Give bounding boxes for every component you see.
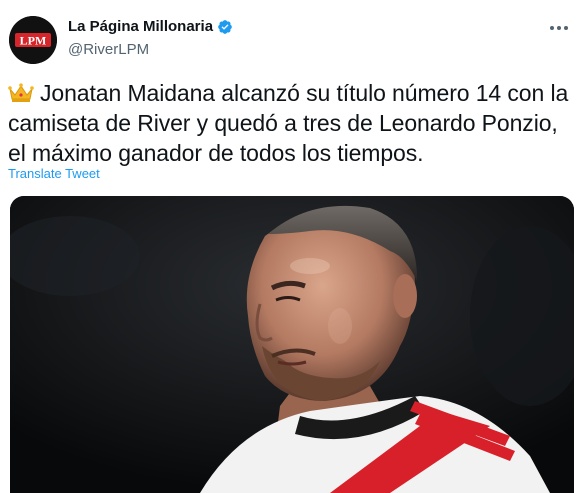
crown-emoji-icon <box>8 80 34 102</box>
avatar[interactable]: LPM <box>9 16 57 64</box>
author-handle[interactable]: @RiverLPM <box>68 41 149 58</box>
tweet-card: LPM La Página Millonaria @RiverLPM Jonat… <box>0 0 583 493</box>
author-display-name[interactable]: La Página Millonaria <box>68 18 213 35</box>
tweet-photo[interactable] <box>10 196 574 493</box>
tweet-body-text: Jonatan Maidana alcanzó su título número… <box>8 80 569 166</box>
tweet-text: Jonatan Maidana alcanzó su título número… <box>8 78 580 168</box>
more-dots-icon[interactable] <box>549 18 569 38</box>
avatar-logo-text: LPM <box>20 34 47 48</box>
translate-tweet-link[interactable]: Translate Tweet <box>8 166 100 181</box>
verified-badge-icon <box>217 19 233 35</box>
author-name-line: La Página Millonaria <box>68 18 233 35</box>
